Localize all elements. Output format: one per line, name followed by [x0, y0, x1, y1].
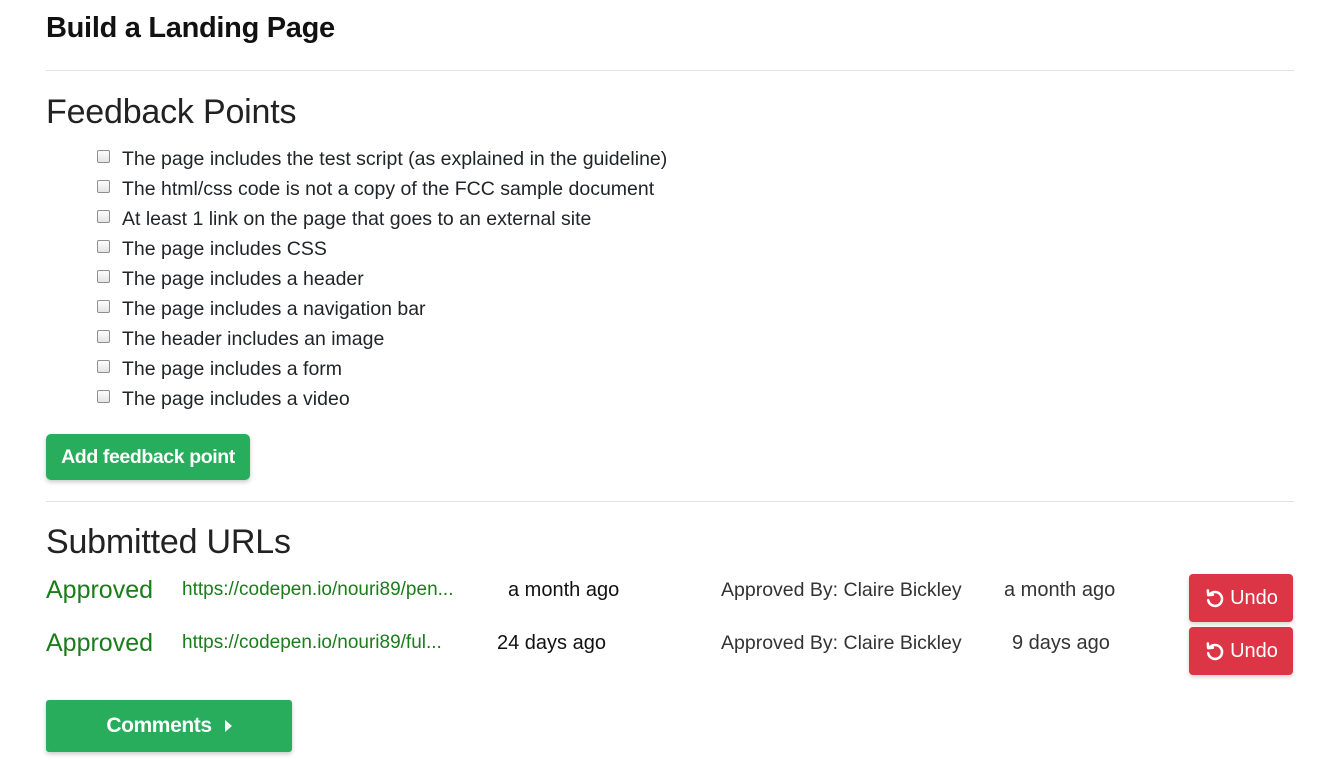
feedback-item: The page includes a video	[96, 384, 667, 414]
divider	[46, 501, 1294, 502]
submitted-urls-heading: Submitted URLs	[46, 523, 291, 561]
status-label: Approved	[46, 628, 154, 657]
undo-label: Undo	[1230, 639, 1278, 662]
feedback-label: The page includes CSS	[122, 237, 327, 260]
undo-button[interactable]: Undo	[1189, 574, 1293, 622]
submission-link[interactable]: https://codepen.io/nouri89/pen...	[182, 579, 453, 601]
caret-right-icon	[224, 720, 232, 732]
feedback-checkbox[interactable]	[97, 149, 110, 163]
feedback-checkbox[interactable]	[97, 239, 110, 253]
feedback-checkbox[interactable]	[97, 299, 110, 313]
feedback-label: The header includes an image	[122, 327, 385, 350]
feedback-label: At least 1 link on the page that goes to…	[122, 207, 592, 230]
undo-icon	[1206, 589, 1224, 608]
comments-label: Comments	[106, 714, 212, 737]
approved-time: a month ago	[1004, 578, 1116, 601]
feedback-label: The html/css code is not a copy of the F…	[122, 177, 655, 200]
feedback-item: The page includes the test script (as ex…	[96, 144, 667, 174]
feedback-heading: Feedback Points	[46, 93, 297, 131]
submitted-url-row: Approved https://codepen.io/nouri89/pen.…	[0, 566, 1319, 622]
undo-icon	[1206, 642, 1224, 661]
feedback-item: The page includes a navigation bar	[96, 294, 667, 324]
feedback-item: The html/css code is not a copy of the F…	[96, 174, 667, 204]
feedback-label: The page includes a video	[122, 387, 350, 410]
page: Build a Landing Page Feedback Points The…	[0, 0, 1319, 767]
approved-by: Approved By: Claire Bickley	[721, 578, 962, 601]
status-label: Approved	[46, 575, 154, 604]
undo-button[interactable]: Undo	[1189, 627, 1293, 675]
feedback-checkbox[interactable]	[97, 269, 110, 283]
add-feedback-point-button[interactable]: Add feedback point	[46, 434, 250, 480]
feedback-item: The page includes CSS	[96, 234, 667, 264]
feedback-item: At least 1 link on the page that goes to…	[96, 204, 667, 234]
feedback-checkbox[interactable]	[97, 329, 110, 343]
feedback-checkbox[interactable]	[97, 179, 110, 193]
feedback-item: The page includes a header	[96, 264, 667, 294]
page-title: Build a Landing Page	[46, 12, 335, 44]
feedback-checkbox[interactable]	[97, 209, 110, 223]
feedback-label: The page includes a navigation bar	[122, 297, 426, 320]
feedback-label: The page includes the test script (as ex…	[122, 147, 668, 170]
comments-button[interactable]: Comments	[46, 700, 292, 752]
feedback-item: The header includes an image	[96, 324, 667, 354]
approved-time: 9 days ago	[1012, 631, 1110, 654]
feedback-list: The page includes the test script (as ex…	[96, 144, 667, 414]
approved-by: Approved By: Claire Bickley	[721, 631, 962, 654]
undo-label: Undo	[1230, 586, 1278, 609]
submission-link[interactable]: https://codepen.io/nouri89/ful...	[182, 632, 442, 654]
submitted-time: a month ago	[508, 578, 620, 601]
submitted-url-row: Approved https://codepen.io/nouri89/ful.…	[0, 619, 1319, 675]
feedback-label: The page includes a form	[122, 357, 343, 380]
feedback-item: The page includes a form	[96, 354, 667, 384]
feedback-checkbox[interactable]	[97, 359, 110, 373]
divider	[46, 70, 1294, 71]
feedback-label: The page includes a header	[122, 267, 364, 290]
feedback-checkbox[interactable]	[97, 389, 110, 403]
submitted-time: 24 days ago	[497, 631, 606, 654]
